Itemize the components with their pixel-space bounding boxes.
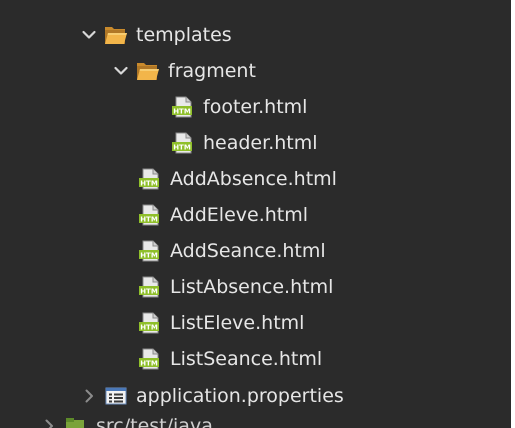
tree-item-label: fragment [168, 60, 256, 82]
svg-text:HTM: HTM [140, 287, 158, 295]
tree-item-listseance-html[interactable]: HTM ListSeance.html [138, 341, 322, 377]
file-tree: templates fragment HTM footer.html HTM h… [0, 0, 511, 428]
svg-text:HTM: HTM [140, 359, 158, 367]
chevron-down-icon[interactable] [80, 26, 98, 44]
tree-item-addseance-html[interactable]: HTM AddSeance.html [138, 233, 326, 269]
svg-text:HTM: HTM [173, 107, 191, 115]
tree-item-label: ListAbsence.html [170, 276, 334, 298]
folder-open-icon [136, 59, 160, 83]
html-file-icon: HTM [171, 95, 195, 119]
tree-item-label: templates [136, 24, 232, 46]
tree-item-label: src/test/java [96, 415, 213, 428]
svg-text:HTM: HTM [140, 251, 158, 259]
package-folder-icon [64, 414, 88, 428]
html-file-icon: HTM [171, 131, 195, 155]
html-file-icon: HTM [138, 275, 162, 299]
tree-item-label: ListSeance.html [170, 348, 323, 370]
project-explorer-panel: templates fragment HTM footer.html HTM h… [0, 0, 511, 428]
tree-item-label: AddEleve.html [170, 204, 309, 226]
tree-item-templates[interactable]: templates [80, 17, 232, 53]
html-file-icon: HTM [138, 311, 162, 335]
tree-item-label: footer.html [203, 96, 308, 118]
tree-item-fragment[interactable]: fragment [112, 53, 256, 89]
tree-item-addabsence-html[interactable]: HTM AddAbsence.html [138, 161, 337, 197]
svg-text:HTM: HTM [140, 323, 158, 331]
tree-item-footer-html[interactable]: HTM footer.html [171, 89, 307, 125]
html-file-icon: HTM [138, 347, 162, 371]
folder-open-icon [104, 23, 128, 47]
html-file-icon: HTM [138, 167, 162, 191]
tree-item-src-test-java[interactable]: src/test/java [40, 414, 213, 428]
svg-text:HTM: HTM [140, 215, 158, 223]
tree-item-header-html[interactable]: HTM header.html [171, 125, 318, 161]
tree-item-addeleve-html[interactable]: HTM AddEleve.html [138, 197, 308, 233]
chevron-right-icon[interactable] [40, 417, 58, 428]
tree-item-label: ListEleve.html [170, 312, 305, 334]
svg-text:HTM: HTM [140, 179, 158, 187]
chevron-right-icon[interactable] [80, 387, 98, 405]
tree-item-listabsence-html[interactable]: HTM ListAbsence.html [138, 269, 333, 305]
svg-text:HTM: HTM [173, 143, 191, 151]
html-file-icon: HTM [138, 239, 162, 263]
tree-item-label: AddAbsence.html [170, 168, 337, 190]
tree-item-label: header.html [203, 132, 318, 154]
tree-item-label: AddSeance.html [170, 240, 326, 262]
properties-file-icon [104, 384, 128, 408]
tree-item-listeleve-html[interactable]: HTM ListEleve.html [138, 305, 304, 341]
window-edge [511, 0, 515, 428]
html-file-icon: HTM [138, 203, 162, 227]
chevron-down-icon[interactable] [112, 62, 130, 80]
